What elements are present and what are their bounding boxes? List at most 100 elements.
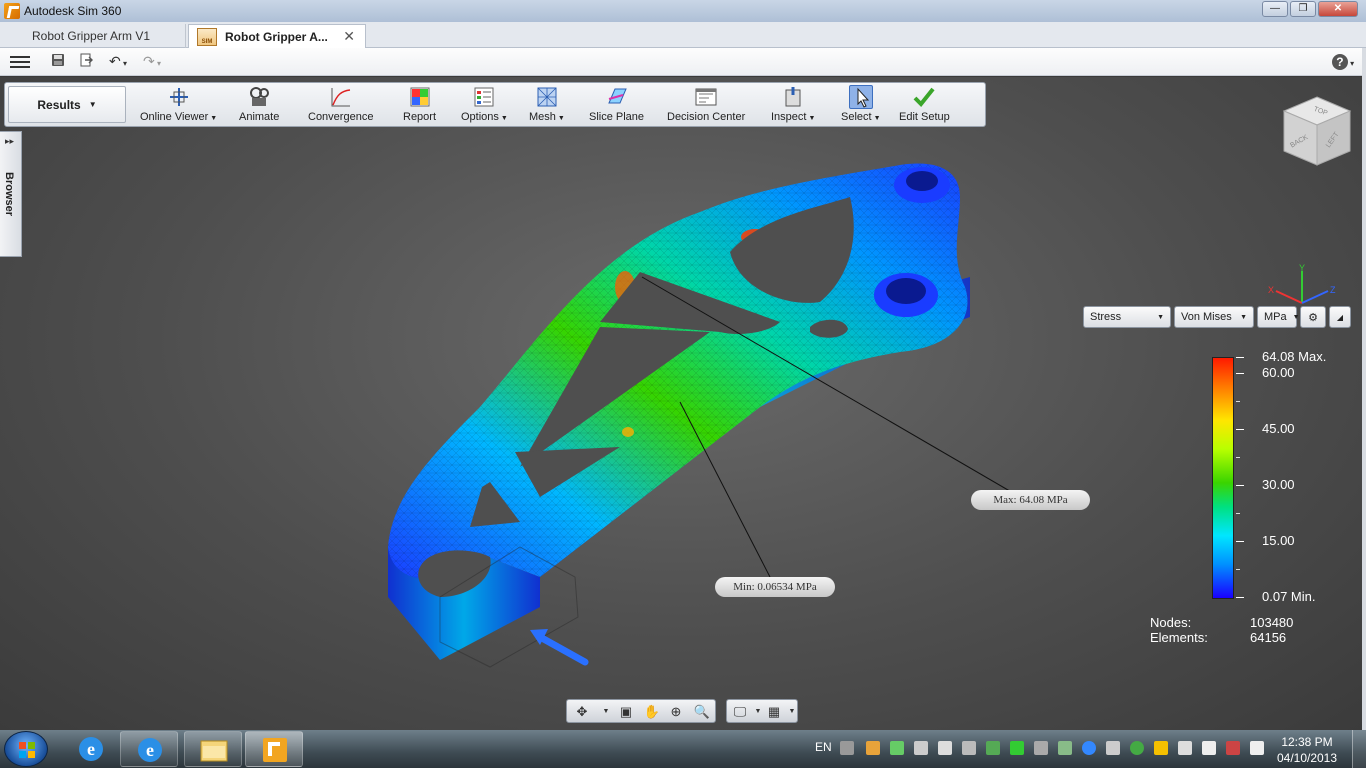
result-selectors: Stress ▼ Von Mises ▼ MPa ▼ ⚙ ◢: [1083, 306, 1351, 328]
volume-icon[interactable]: [1178, 741, 1192, 755]
save-icon[interactable]: [50, 53, 66, 71]
keyboard-icon[interactable]: [840, 741, 854, 755]
tray-monitor-icon[interactable]: [1034, 741, 1048, 755]
tray-mail-icon[interactable]: [986, 741, 1000, 755]
options-label: Options: [461, 111, 499, 123]
axis-y-label: Y: [1299, 263, 1305, 273]
start-button[interactable]: [4, 731, 48, 767]
decision-center-button[interactable]: Decision Center: [667, 85, 745, 125]
legend-settings-icon[interactable]: ⚙: [1300, 306, 1326, 328]
action-center-flag-icon[interactable]: [1202, 741, 1216, 755]
component-select[interactable]: Von Mises ▼: [1174, 306, 1254, 328]
report-button[interactable]: Report: [403, 85, 436, 125]
online-viewer-button[interactable]: Online Viewer ▼: [140, 85, 217, 125]
display-settings-icon[interactable]: 🖵: [731, 703, 749, 721]
options-button[interactable]: Options ▼: [461, 85, 508, 125]
tray-check-icon[interactable]: [890, 741, 904, 755]
tray-globe-icon[interactable]: [1130, 741, 1144, 755]
select-label: Select: [841, 111, 872, 123]
tray-alert-icon[interactable]: [1226, 741, 1240, 755]
quick-access-toolbar: ↶ ▾ ↷ ▾ ? ▾: [0, 48, 1366, 76]
decision-center-label: Decision Center: [667, 111, 746, 123]
expand-arrows-icon[interactable]: ▸▸: [5, 136, 14, 147]
windows-taskbar: e e EN 12:38 PM 04/10/2013: [0, 730, 1366, 768]
export-icon[interactable]: [78, 53, 94, 71]
pan-icon[interactable]: ✋: [643, 703, 661, 721]
taskbar-ie-icon[interactable]: e: [62, 731, 120, 767]
graphics-viewport[interactable]: Results ▼ Online Viewer ▼ Animate Converge…: [0, 77, 1362, 730]
show-desktop-button[interactable]: [1352, 730, 1366, 768]
tray-network-icon[interactable]: [962, 741, 976, 755]
browser-label: Browser: [3, 172, 15, 217]
grid-icon[interactable]: ▦: [765, 703, 783, 721]
clock-time: 12:38 PM: [1281, 735, 1333, 749]
tray-doc-icon[interactable]: [914, 741, 928, 755]
legend-tick: [1236, 597, 1244, 598]
doc-tab-robot-gripper-arm-v1[interactable]: Robot Gripper Arm V1: [0, 24, 186, 48]
inspect-icon: [781, 85, 805, 109]
orbit-dropdown-icon[interactable]: ▼: [597, 703, 615, 721]
convergence-button[interactable]: Convergence: [308, 85, 373, 125]
look-at-icon[interactable]: ▣: [617, 703, 635, 721]
elements-value: 64156: [1250, 630, 1287, 645]
browser-panel[interactable]: ▸▸ Browser: [0, 131, 22, 257]
right-scrollbar[interactable]: [1362, 48, 1366, 730]
close-button[interactable]: ✕: [1318, 1, 1358, 17]
edit-setup-button[interactable]: Edit Setup: [899, 85, 950, 125]
minimize-button[interactable]: —: [1262, 1, 1288, 17]
power-icon[interactable]: [1250, 741, 1264, 755]
language-indicator[interactable]: EN: [815, 740, 832, 754]
legend-tick-label: 15.00: [1262, 533, 1295, 548]
doc-tab-label: Robot Gripper A...: [225, 29, 328, 44]
redo-icon[interactable]: ↷ ▾: [138, 53, 166, 71]
tray-display-icon[interactable]: [1058, 741, 1072, 755]
taskbar-clock[interactable]: 12:38 PM 04/10/2013: [1274, 734, 1340, 766]
doc-tab-robot-gripper-active[interactable]: SIM Robot Gripper A... ✕: [188, 24, 366, 48]
results-tab[interactable]: Results ▼: [8, 86, 126, 123]
tray-app-icon[interactable]: [866, 741, 880, 755]
menu-icon[interactable]: [10, 53, 30, 71]
taskbar-ie-window[interactable]: e: [120, 731, 178, 767]
online-viewer-label: Online Viewer: [140, 111, 209, 123]
document-tabs: Robot Gripper Arm V1 SIM Robot Gripper A…: [0, 22, 1366, 48]
options-icon: [472, 85, 496, 109]
mesh-button[interactable]: Mesh ▼: [529, 85, 565, 125]
max-stress-callout[interactable]: Max: 64.08 MPa: [971, 490, 1090, 510]
bluetooth-icon[interactable]: [1082, 741, 1096, 755]
convergence-label: Convergence: [308, 111, 374, 123]
select-button[interactable]: Select ▼: [841, 85, 881, 125]
orbit-icon[interactable]: ✥: [573, 703, 591, 721]
stress-color-bar: [1212, 357, 1234, 599]
view-cube[interactable]: TOP BACK LEFT: [1282, 95, 1352, 167]
unit-value: MPa: [1264, 311, 1287, 323]
tray-window-icon[interactable]: [938, 741, 952, 755]
signal-icon[interactable]: [1106, 741, 1120, 755]
legend-tick: [1236, 373, 1244, 374]
mesh-icon: [535, 85, 559, 109]
title-bar: Autodesk Sim 360 — ❐ ✕: [0, 0, 1366, 22]
restore-button[interactable]: ❐: [1290, 1, 1316, 17]
animate-button[interactable]: Animate: [239, 85, 279, 125]
taskbar-file-explorer[interactable]: [184, 731, 242, 767]
inspect-button[interactable]: Inspect ▼: [771, 85, 815, 125]
convergence-icon: [329, 85, 353, 109]
online-viewer-icon: [167, 85, 191, 109]
animate-icon: [247, 85, 271, 109]
legend-tick-label: 60.00: [1262, 365, 1295, 380]
grid-dropdown-icon[interactable]: ▼: [783, 703, 801, 721]
help-icon[interactable]: ? ▾: [1328, 53, 1358, 71]
result-type-select[interactable]: Stress ▼: [1083, 306, 1171, 328]
tray-green-icon[interactable]: [1010, 741, 1024, 755]
taskbar-sim-360[interactable]: [245, 731, 303, 767]
collapse-legend-icon[interactable]: ◢: [1329, 306, 1351, 328]
zoom-icon[interactable]: ⊕: [667, 703, 685, 721]
slice-plane-button[interactable]: Slice Plane: [589, 85, 644, 125]
animate-label: Animate: [239, 111, 280, 123]
close-tab-icon[interactable]: ✕: [343, 28, 355, 45]
tray-b-icon[interactable]: [1154, 741, 1168, 755]
min-stress-callout[interactable]: Min: 0.06534 MPa: [715, 577, 835, 597]
zoom-window-icon[interactable]: 🔍: [693, 703, 711, 721]
undo-icon[interactable]: ↶ ▾: [104, 53, 132, 71]
unit-select[interactable]: MPa ▼: [1257, 306, 1300, 328]
legend-tick: [1236, 429, 1244, 430]
